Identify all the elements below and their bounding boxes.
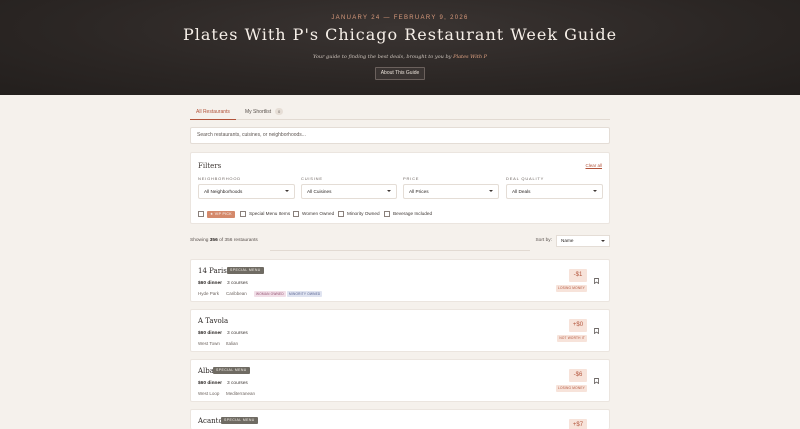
beverage-included-label: Beverage Included xyxy=(393,211,433,216)
hero-subtitle: Your guide to finding the best deals, br… xyxy=(0,54,800,60)
shown-count: 356 xyxy=(209,238,218,243)
savings-amount: -$1 xyxy=(569,269,587,282)
restaurant-card[interactable]: 14 Parish SPECIAL MENU $60 dinner 3 cour… xyxy=(190,259,610,302)
price-label: PRICE xyxy=(403,176,420,181)
deal-quality-select-value: All Deals xyxy=(512,189,531,194)
chevron-down-icon xyxy=(593,190,597,192)
chevron-down-icon xyxy=(601,240,605,242)
restaurant-name[interactable]: Acanto xyxy=(198,417,223,425)
sort-select-value: Name xyxy=(561,238,574,243)
showing-prefix: Showing xyxy=(190,238,209,243)
results-suffix: restaurants xyxy=(233,238,258,243)
restaurant-card[interactable]: A Tavola $60 dinner 3 courses West Town … xyxy=(190,309,610,352)
tab-my-shortlist[interactable]: My Shortlist 0 xyxy=(245,106,295,120)
bookmark-icon[interactable] xyxy=(594,378,599,384)
special-menu-badge: SPECIAL MENU xyxy=(227,267,264,274)
of-text: of xyxy=(219,238,224,243)
filters-panel: Filters Clear all NEIGHBORHOOD All Neigh… xyxy=(190,152,610,224)
checkbox-box[interactable] xyxy=(384,211,390,217)
hero-dates: JANUARY 24 — FEBRUARY 9, 2026 xyxy=(331,15,469,21)
cuisine-select[interactable]: All Cuisines xyxy=(301,184,397,199)
results-toolbar: Showing 356 of 356 restaurants Sort by: … xyxy=(190,235,610,248)
special-menu-badge: SPECIAL MENU xyxy=(221,417,258,424)
special-menu-checkbox[interactable]: Special Menu Items xyxy=(240,210,292,218)
women-owned-label: Women Owned xyxy=(302,211,335,216)
vip-pick-checkbox[interactable]: ★ VIP PICK xyxy=(198,210,238,218)
bookmark-icon[interactable] xyxy=(594,278,599,284)
vip-pick-badge: ★ VIP PICK xyxy=(207,210,235,218)
minority-owned-checkbox[interactable]: Minority Owned xyxy=(338,210,384,218)
results-count: Showing 356 of 356 restaurants xyxy=(190,238,258,243)
chevron-down-icon xyxy=(489,190,493,192)
minority-owned-label: Minority Owned xyxy=(347,211,380,216)
restaurant-cuisine: Italian xyxy=(226,341,239,346)
special-menu-label: Special Menu Items xyxy=(249,211,291,216)
search-input[interactable]: Search restaurants, cuisines, or neighbo… xyxy=(190,127,610,144)
restaurant-neighborhood: Hyde Park xyxy=(198,291,220,296)
restaurant-neighborhood: West Town xyxy=(198,341,220,346)
savings-amount: +$0 xyxy=(569,319,587,332)
neighborhood-select-value: All Neighborhoods xyxy=(204,189,243,194)
special-menu-badge: SPECIAL MENU xyxy=(213,367,250,374)
hero-subtitle-text: Your guide to finding the best deals, br… xyxy=(312,54,452,60)
chevron-down-icon xyxy=(285,190,289,192)
restaurant-price: $60 dinner xyxy=(198,381,222,386)
restaurant-cuisine: Mediterranean xyxy=(226,391,256,396)
price-select-value: All Prices xyxy=(409,189,429,194)
restaurant-card[interactable]: Acanto SPECIAL MENU +$7 xyxy=(190,409,610,429)
brand-link[interactable]: Plates With P xyxy=(453,54,487,60)
chevron-down-icon xyxy=(387,190,391,192)
clear-all-link[interactable]: Clear all xyxy=(585,163,602,168)
checkbox-box[interactable] xyxy=(240,211,246,217)
restaurant-card[interactable]: Alba SPECIAL MENU $60 dinner 3 courses W… xyxy=(190,359,610,402)
neighborhood-select[interactable]: All Neighborhoods xyxy=(198,184,295,199)
bookmark-icon[interactable] xyxy=(594,328,599,334)
savings-amount: +$7 xyxy=(569,419,587,429)
restaurant-name[interactable]: A Tavola xyxy=(198,317,228,325)
deal-quality-select[interactable]: All Deals xyxy=(506,184,603,199)
deal-verdict-badge: LOSING MONEY xyxy=(555,385,587,392)
sort-label: Sort by: xyxy=(535,238,552,243)
page-title: Plates With P's Chicago Restaurant Week … xyxy=(182,25,618,44)
neighborhood-label: NEIGHBORHOOD xyxy=(198,176,241,181)
hero-banner: JANUARY 24 — FEBRUARY 9, 2026 Plates Wit… xyxy=(0,0,800,95)
savings-amount: -$6 xyxy=(569,369,587,382)
tab-bar: All Restaurants My Shortlist 0 xyxy=(190,106,610,120)
total-count: 356 xyxy=(224,238,233,243)
divider xyxy=(270,250,530,251)
restaurant-name[interactable]: Alba xyxy=(198,367,214,375)
restaurant-neighborhood: West Loop xyxy=(198,391,220,396)
tab-my-shortlist-label: My Shortlist xyxy=(245,109,272,115)
tab-all-restaurants[interactable]: All Restaurants xyxy=(190,106,236,120)
restaurant-price: $60 dinner xyxy=(198,281,222,286)
cuisine-label: CUISINE xyxy=(301,176,323,181)
minority-owned-tag: MINORITY OWNED xyxy=(287,291,323,297)
checkbox-box[interactable] xyxy=(198,211,204,217)
deal-verdict-badge: LOSING MONEY xyxy=(555,285,587,292)
restaurant-courses: 3 courses xyxy=(227,281,248,286)
restaurant-courses: 3 courses xyxy=(227,381,248,386)
women-owned-checkbox[interactable]: Women Owned xyxy=(293,210,337,218)
deal-verdict-badge: NOT WORTH IT xyxy=(557,335,587,342)
woman-owned-tag: WOMAN OWNED xyxy=(254,291,286,297)
restaurant-cuisine: Caribbean xyxy=(226,291,247,296)
cuisine-select-value: All Cuisines xyxy=(307,189,332,194)
price-select[interactable]: All Prices xyxy=(403,184,499,199)
about-guide-button[interactable]: About This Guide xyxy=(375,67,425,80)
restaurant-courses: 3 courses xyxy=(227,331,248,336)
shortlist-count-badge: 0 xyxy=(275,108,284,115)
sort-select[interactable]: Name xyxy=(556,235,610,247)
checkbox-box[interactable] xyxy=(293,211,299,217)
deal-quality-label: DEAL QUALITY xyxy=(506,176,545,181)
restaurant-price: $60 dinner xyxy=(198,331,222,336)
beverage-included-checkbox[interactable]: Beverage Included xyxy=(384,210,434,218)
checkbox-box[interactable] xyxy=(338,211,344,217)
filters-title: Filters xyxy=(198,162,222,170)
